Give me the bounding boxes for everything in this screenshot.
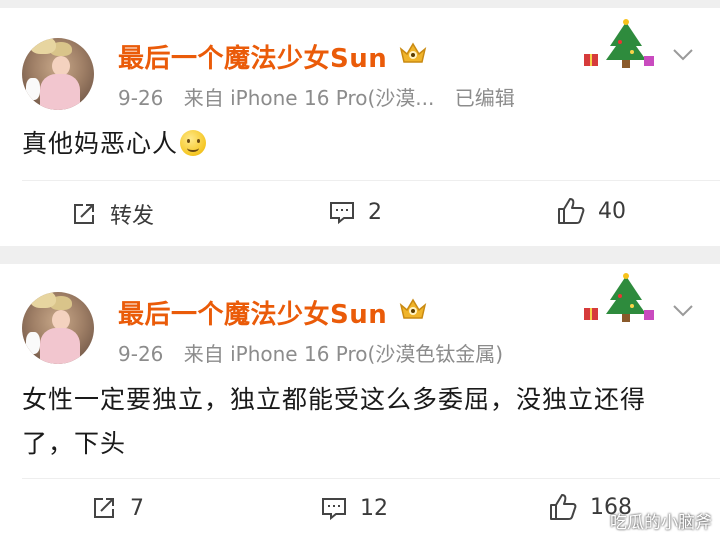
thumbs-up-icon: [550, 494, 577, 520]
post-meta: 9-26 来自 iPhone 16 Pro(沙漠色钛金属): [118, 338, 517, 367]
repost-button[interactable]: 7: [90, 494, 144, 522]
post-text: 真他妈恶心人: [22, 129, 179, 158]
comment-button[interactable]: 12: [320, 494, 388, 522]
post-source: 来自 iPhone 16 Pro(沙漠...: [183, 86, 435, 110]
like-count: 40: [598, 198, 626, 224]
thumbs-up-icon: [558, 198, 585, 224]
watermark: 吃瓜的小脑斧: [610, 513, 712, 533]
repost-button[interactable]: 转发: [70, 198, 154, 230]
gold-crown-badge-icon: [399, 298, 427, 319]
chevron-down-icon[interactable]: [672, 304, 694, 318]
avatar[interactable]: [22, 292, 94, 364]
comment-count: 12: [360, 495, 388, 521]
post-content: 真他妈恶心人: [22, 122, 690, 166]
chevron-down-icon[interactable]: [672, 48, 694, 62]
post-source: 来自 iPhone 16 Pro(沙漠色钛金属): [183, 342, 504, 366]
avatar[interactable]: [22, 38, 94, 110]
post-date: 9-26: [118, 342, 164, 366]
share-square-icon: [74, 204, 94, 224]
divider: [22, 478, 720, 479]
post-content: 女性一定要独立，独立都能受这么多委屈，没独立还得了，下头: [22, 385, 647, 458]
username[interactable]: 最后一个魔法少女Sun: [118, 38, 387, 75]
smile-emoji-icon: [180, 130, 207, 156]
comment-bubble-icon: [322, 498, 346, 521]
gold-crown-badge-icon: [399, 42, 427, 63]
comment-bubble-icon: [330, 202, 354, 225]
post-meta: 9-26 来自 iPhone 16 Pro(沙漠... 已编辑: [118, 82, 529, 111]
christmas-tree-decoration-icon: [584, 19, 654, 68]
edited-label: 已编辑: [454, 86, 515, 110]
like-button[interactable]: 40: [556, 196, 626, 226]
username[interactable]: 最后一个魔法少女Sun: [118, 294, 387, 331]
divider: [22, 180, 720, 181]
comment-count: 2: [368, 199, 382, 225]
repost-count: 7: [130, 495, 144, 521]
christmas-tree-decoration-icon: [584, 273, 654, 322]
repost-label: 转发: [110, 204, 155, 229]
weibo-post-1: 最后一个魔法少女Sun 9-26 来自 iPhone 16 Pro(沙漠... …: [0, 8, 720, 246]
weibo-post-2: 最后一个魔法少女Sun 9-26 来自 iPhone 16 Pro(沙漠色钛金属…: [0, 264, 720, 547]
post-date: 9-26: [118, 86, 164, 110]
comment-button[interactable]: 2: [328, 198, 382, 226]
share-square-icon: [94, 498, 114, 518]
